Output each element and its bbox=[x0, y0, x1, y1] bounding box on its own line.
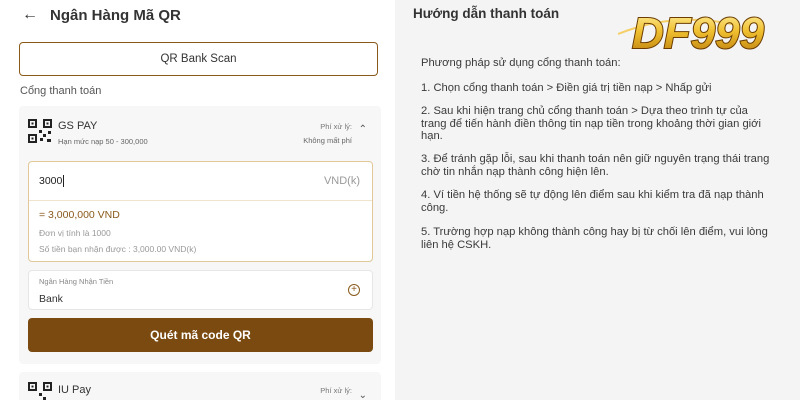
unit-note: Đơn vị tính là 1000 bbox=[39, 228, 111, 238]
gateway-card-iu-pay[interactable]: IU Pay Phí xử lý: ⌄ bbox=[19, 372, 381, 400]
arrow-left-icon[interactable]: ← bbox=[22, 7, 38, 23]
gateway-name: GS PAY bbox=[58, 120, 98, 132]
bank-label: Ngân Hàng Nhận Tiền bbox=[39, 277, 114, 286]
payment-panel: ← Ngân Hàng Mã QR QR Bank Scan Cổng than… bbox=[0, 0, 395, 400]
page-title: Ngân Hàng Mã QR bbox=[50, 6, 181, 24]
df999-logo: DF999 bbox=[617, 8, 766, 59]
fee-label: Phí xử lý: bbox=[320, 386, 352, 395]
logo-text: DF999 bbox=[632, 9, 765, 58]
receive-note: Số tiền bạn nhận được : 3,000.00 VND(k) bbox=[39, 244, 197, 254]
guide-step: 2. Sau khi hiện trang chủ cổng thanh toá… bbox=[421, 105, 761, 142]
guide-step: 1. Chọn cổng thanh toán > Điền giá trị t… bbox=[421, 82, 712, 94]
bank-select[interactable]: Ngân Hàng Nhận Tiền Bank + bbox=[28, 270, 373, 310]
header: ← Ngân Hàng Mã QR bbox=[22, 6, 181, 24]
bank-value: Bank bbox=[39, 293, 63, 305]
guide-title: Hướng dẫn thanh toán bbox=[413, 6, 560, 21]
qr-code-icon bbox=[28, 119, 52, 143]
guide-panel: Hướng dẫn thanh toán Phương pháp sử dụng… bbox=[395, 0, 800, 400]
chevron-up-icon[interactable]: ⌃ bbox=[359, 124, 367, 135]
guide-step: 5. Trường hợp nạp không thành công hay b… bbox=[421, 226, 768, 251]
section-label: Cổng thanh toán bbox=[20, 85, 102, 97]
gateway-name: IU Pay bbox=[58, 384, 92, 396]
fee-label: Phí xử lý: bbox=[320, 122, 352, 131]
amount-input[interactable]: 3000 bbox=[39, 175, 65, 188]
text-caret bbox=[63, 175, 65, 188]
amount-unit: VND(k) bbox=[323, 175, 360, 187]
guide-step: 4. Ví tiền hệ thống sẽ tự động lên điểm … bbox=[421, 189, 764, 214]
scan-qr-code-button[interactable]: Quét mã code QR bbox=[28, 318, 373, 352]
converted-amount: = 3,000,000 VND bbox=[39, 209, 120, 221]
plus-circle-icon[interactable]: + bbox=[348, 284, 360, 296]
gateway-limit: Hạn mức nạp 50 - 300,000 bbox=[58, 137, 148, 146]
qr-bank-scan-button[interactable]: QR Bank Scan bbox=[19, 42, 378, 76]
guide-step: 3. Để tránh gặp lỗi, sau khi thanh toán … bbox=[421, 153, 770, 178]
qr-code-icon bbox=[28, 382, 52, 400]
fee-value: Không mất phí bbox=[303, 136, 352, 145]
amount-box: 3000 VND(k) = 3,000,000 VND Đơn vị tính … bbox=[28, 161, 373, 262]
divider bbox=[29, 200, 372, 201]
chevron-down-icon[interactable]: ⌄ bbox=[359, 390, 367, 400]
